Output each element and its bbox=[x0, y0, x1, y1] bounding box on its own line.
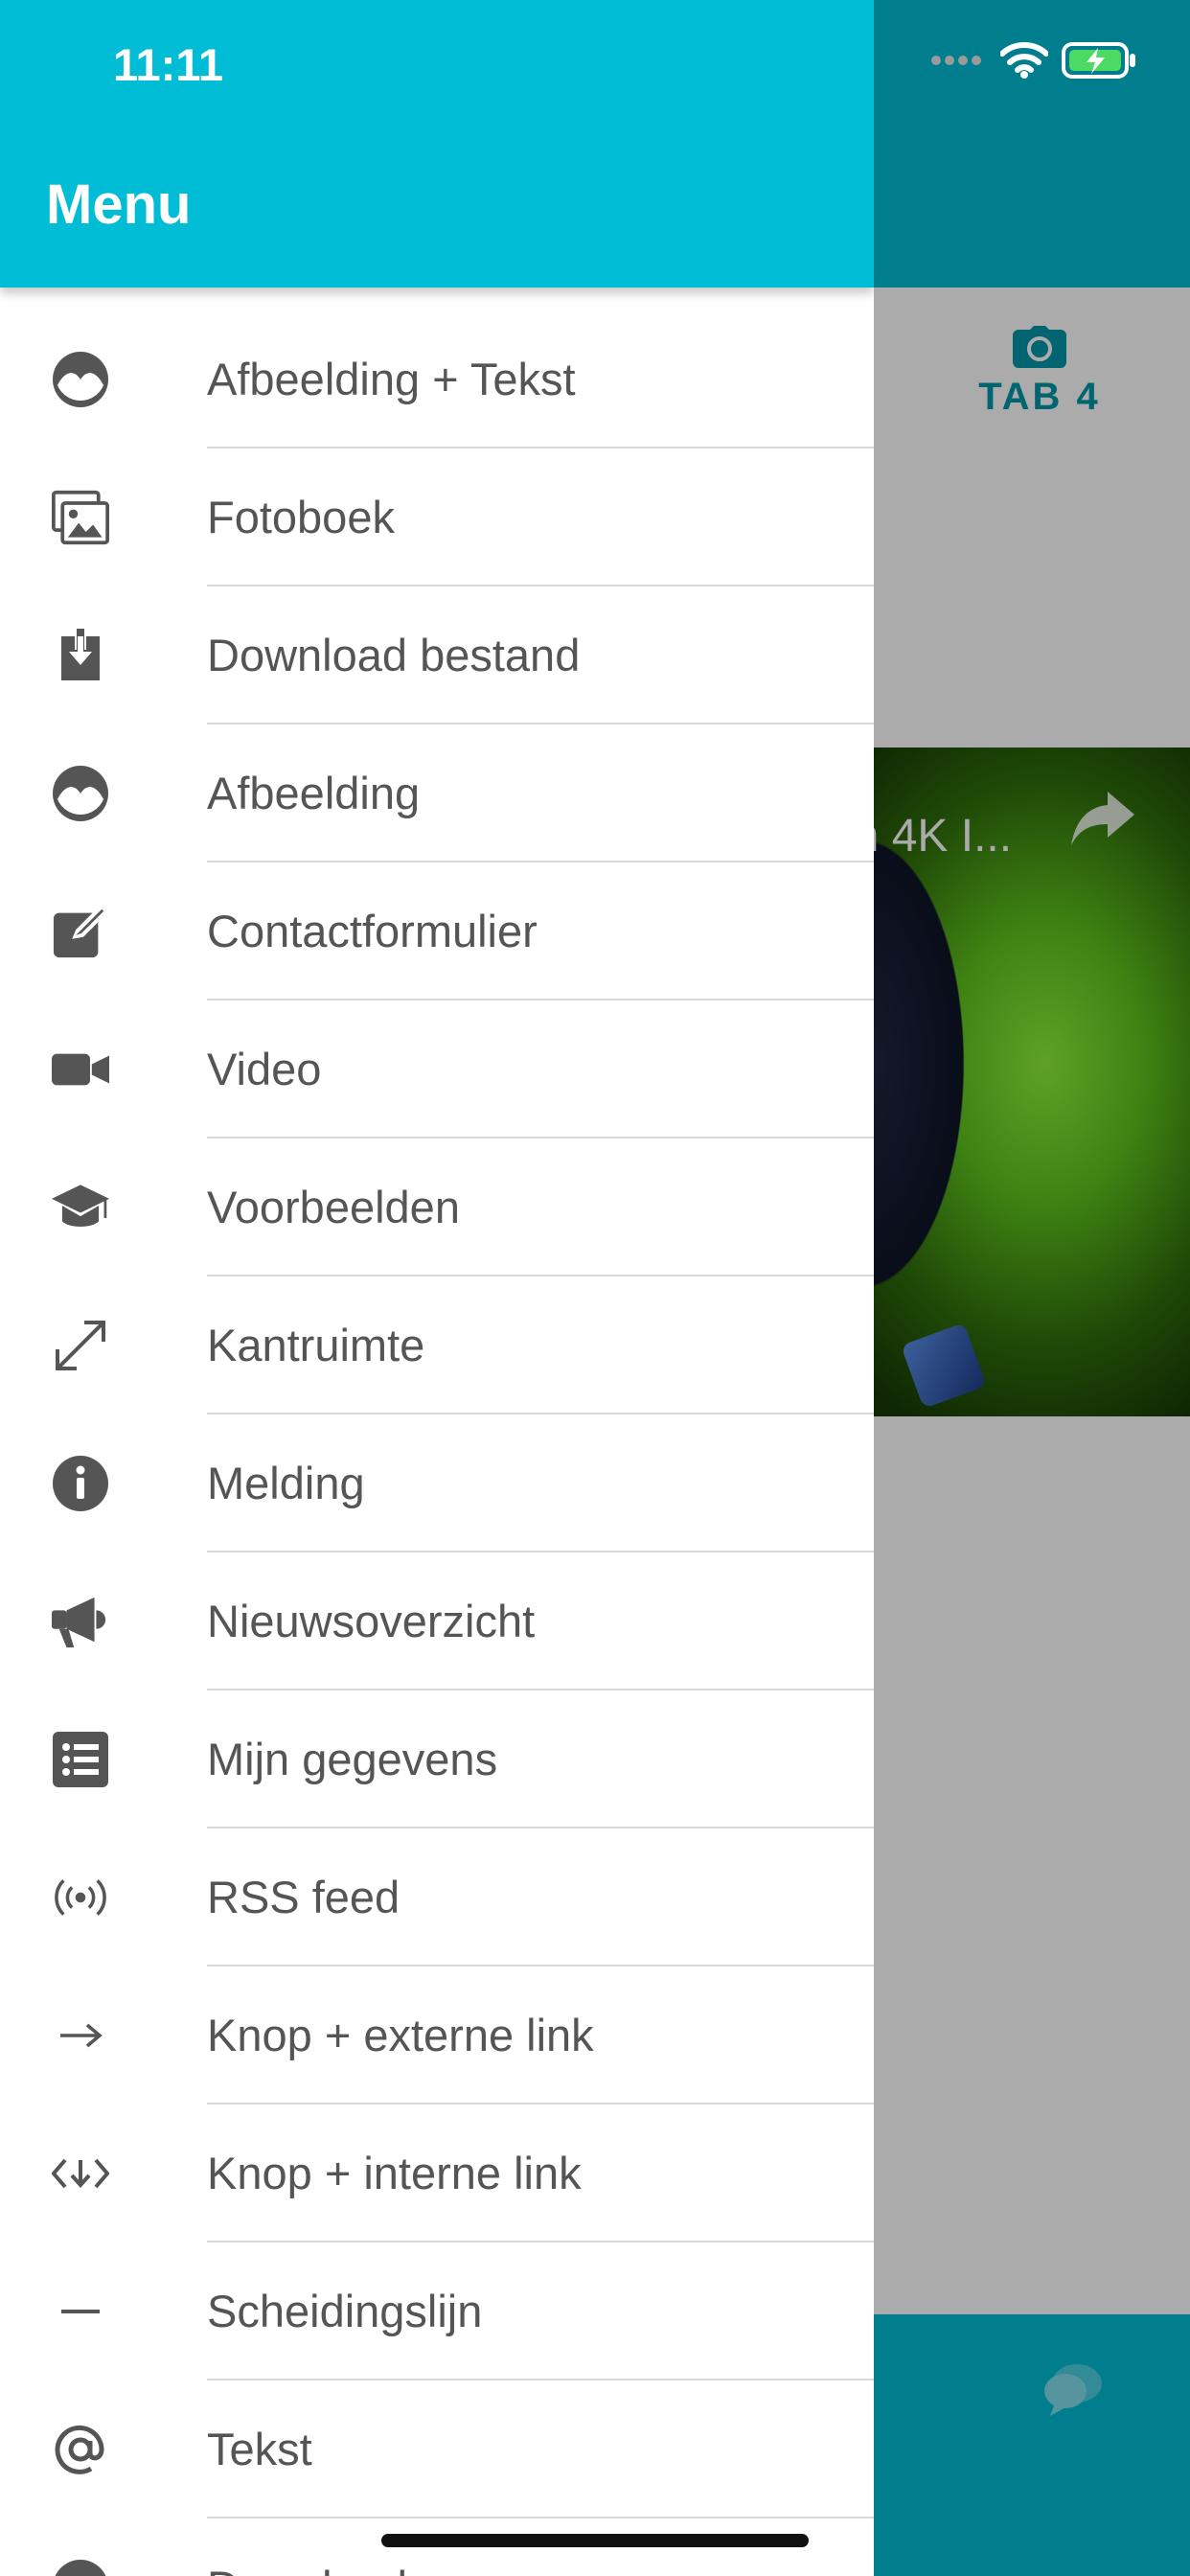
menu-item-video[interactable]: Video bbox=[0, 1000, 874, 1138]
menu-item-label: Knop + externe link bbox=[207, 2010, 594, 2060]
edit-form-icon bbox=[52, 905, 109, 958]
menu-item-label: Afbeelding bbox=[207, 768, 421, 818]
broadcast-icon bbox=[52, 1871, 109, 1924]
menu-item-label: Tekst bbox=[207, 2424, 312, 2474]
menu-item-voorbeelden[interactable]: Voorbeelden bbox=[0, 1138, 874, 1276]
menu-item-downloads[interactable]: Downloads bbox=[0, 2518, 874, 2576]
circle-icon bbox=[52, 2560, 109, 2576]
status-time: 11:11 bbox=[113, 39, 224, 90]
status-icons bbox=[918, 42, 1136, 79]
menu-item-mijn-gegevens[interactable]: Mijn gegevens bbox=[0, 1690, 874, 1828]
menu-item-label: Voorbeelden bbox=[207, 1182, 460, 1232]
at-sign-icon bbox=[52, 2423, 109, 2476]
menu-item-knop-externe-link[interactable]: Knop + externe link bbox=[0, 1966, 874, 2104]
menu-item-scheidingslijn[interactable]: Scheidingslijn bbox=[0, 2242, 874, 2380]
navigation-drawer: Menu Afbeelding + Tekst Fotoboek Downloa… bbox=[0, 0, 874, 2576]
menu-item-melding[interactable]: Melding bbox=[0, 1414, 874, 1552]
minus-icon bbox=[52, 2285, 109, 2338]
menu-item-label: Video bbox=[207, 1044, 322, 1094]
drawer-title: Menu bbox=[46, 173, 192, 236]
menu-item-label: Nieuwsoverzicht bbox=[207, 1596, 536, 1646]
graduation-cap-icon bbox=[52, 1181, 109, 1234]
info-icon bbox=[52, 1456, 109, 1511]
download-file-icon bbox=[52, 629, 109, 682]
internal-link-icon bbox=[52, 2147, 109, 2200]
menu-item-tekst[interactable]: Tekst bbox=[0, 2380, 874, 2518]
menu-item-label: Knop + interne link bbox=[207, 2148, 582, 2198]
list-icon bbox=[52, 1732, 109, 1787]
menu-item-nieuwsoverzicht[interactable]: Nieuwsoverzicht bbox=[0, 1552, 874, 1690]
expand-arrows-icon bbox=[52, 1319, 109, 1372]
menu-item-knop-interne-link[interactable]: Knop + interne link bbox=[0, 2104, 874, 2242]
menu-item-kantruimte[interactable]: Kantruimte bbox=[0, 1276, 874, 1414]
menu-item-label: Scheidingslijn bbox=[207, 2286, 483, 2336]
battery-charging-icon bbox=[1062, 42, 1135, 79]
photo-album-icon bbox=[52, 490, 109, 545]
menu-item-label: RSS feed bbox=[207, 1872, 400, 1922]
menu-item-fotoboek[interactable]: Fotoboek bbox=[0, 448, 874, 586]
menu-list: Afbeelding + Tekst Fotoboek Download bes… bbox=[0, 310, 874, 2576]
menu-item-afbeelding-tekst[interactable]: Afbeelding + Tekst bbox=[0, 310, 874, 448]
menu-item-label: Kantruimte bbox=[207, 1320, 425, 1370]
megaphone-icon bbox=[52, 1595, 109, 1648]
home-indicator[interactable] bbox=[381, 2534, 809, 2547]
menu-item-download-bestand[interactable]: Download bestand bbox=[0, 586, 874, 724]
wifi-icon bbox=[1000, 42, 1048, 79]
image-circle-icon bbox=[52, 766, 109, 821]
video-camera-icon bbox=[52, 1043, 109, 1096]
menu-item-label: Mijn gegevens bbox=[207, 1734, 498, 1784]
menu-item-label: Melding bbox=[207, 1458, 365, 1508]
menu-item-label: Contactformulier bbox=[207, 906, 538, 956]
menu-item-label: Downloads bbox=[207, 2561, 430, 2576]
menu-item-rss-feed[interactable]: RSS feed bbox=[0, 1828, 874, 1966]
menu-item-label: Fotoboek bbox=[207, 492, 395, 542]
menu-item-afbeelding[interactable]: Afbeelding bbox=[0, 724, 874, 862]
menu-item-contactformulier[interactable]: Contactformulier bbox=[0, 862, 874, 1000]
arrow-right-icon bbox=[52, 2009, 109, 2062]
menu-item-label: Download bestand bbox=[207, 630, 581, 680]
image-circle-icon bbox=[52, 352, 109, 407]
menu-item-label: Afbeelding + Tekst bbox=[207, 354, 576, 404]
signal-icon bbox=[931, 56, 981, 65]
